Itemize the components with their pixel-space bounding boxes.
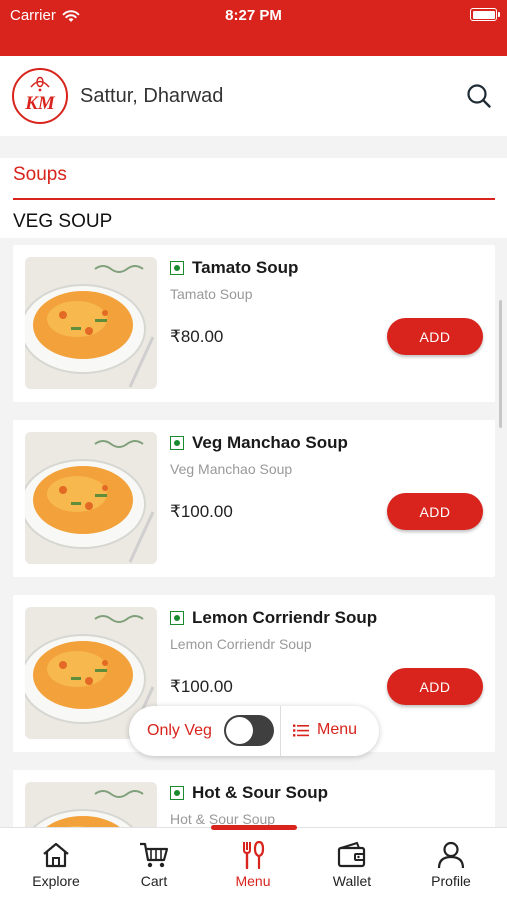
item-name: Hot & Sour Soup [192,783,328,802]
menu-item-card[interactable]: Tamato Soup Tamato Soup ₹80.00 ADD [13,245,495,402]
home-icon [43,842,69,868]
tab-explore[interactable]: Explore [6,828,106,900]
category-underline [13,198,495,200]
item-name: Veg Manchao Soup [192,433,348,452]
veg-indicator-icon [170,436,184,450]
item-price: ₹100.00 [170,502,233,521]
tab-label: Explore [32,873,80,889]
status-bar: Carrier 8:27 PM [0,0,507,56]
tab-label: Wallet [332,873,372,889]
crown-icon [30,76,50,92]
category-title: Soups [13,164,67,185]
add-button[interactable]: ADD [387,493,483,530]
list-icon [293,724,309,736]
item-name: Tamato Soup [192,258,299,277]
battery-icon [470,8,500,21]
veg-indicator-icon [170,261,184,275]
pill-divider [280,706,281,756]
tab-label: Menu [235,873,271,889]
tab-label: Cart [140,873,168,889]
item-description: Tamato Soup [170,286,253,302]
menu-button[interactable]: Menu [293,721,357,739]
item-description: Lemon Corriendr Soup [170,636,312,652]
veg-indicator-icon [170,611,184,625]
item-description: Veg Manchao Soup [170,461,293,477]
tab-label: Profile [431,873,471,889]
subcategory-title: VEG SOUP [13,211,113,232]
veg-menu-pill: Only Veg Menu [129,706,379,756]
veg-indicator-icon [170,786,184,800]
app-header: KM Sattur, Dharwad [0,56,507,136]
scroll-indicator[interactable] [499,300,502,428]
cart-icon [140,842,169,868]
fork-knife-icon [243,841,265,869]
person-icon [437,841,465,869]
tab-menu[interactable]: Menu [203,828,303,900]
search-button[interactable] [465,82,493,110]
bottom-tab-bar: Explore Cart Menu Wallet Profile [0,825,507,900]
toggle-knob [226,717,253,744]
item-name: Lemon Corriendr Soup [192,608,378,627]
menu-button-label: Menu [317,721,358,738]
item-image [25,432,157,564]
brand-logo[interactable]: KM [12,68,68,124]
search-icon [467,84,491,108]
clock: 8:27 PM [225,7,282,24]
only-veg-toggle[interactable] [224,715,274,746]
logo-text: KM [25,93,55,114]
item-price: ₹100.00 [170,677,233,696]
item-price: ₹80.00 [170,327,224,346]
menu-item-card[interactable]: Veg Manchao Soup Veg Manchao Soup ₹100.0… [13,420,495,577]
wallet-icon [337,841,366,868]
item-image [25,257,157,389]
add-button[interactable]: ADD [387,668,483,705]
location-label[interactable]: Sattur, Dharwad [80,85,223,108]
only-veg-label: Only Veg [147,722,212,739]
add-button[interactable]: ADD [387,318,483,355]
tab-cart[interactable]: Cart [104,828,204,900]
tab-wallet[interactable]: Wallet [302,828,402,900]
tab-profile[interactable]: Profile [401,828,501,900]
